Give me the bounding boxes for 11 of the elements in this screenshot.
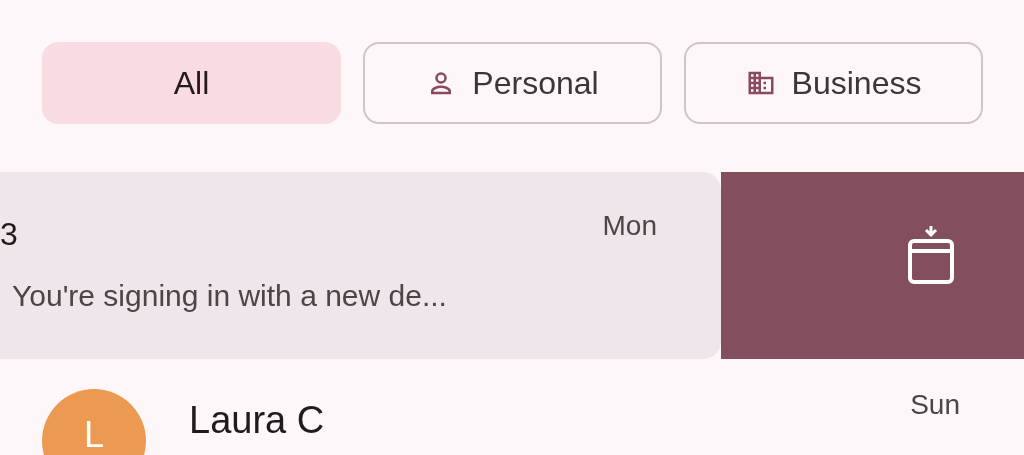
archive-icon: [906, 223, 955, 286]
filter-chip[interactable]: All: [42, 42, 341, 124]
message-time: Mon: [602, 210, 657, 243]
avatar: L: [42, 389, 146, 455]
message-card[interactable]: 3 Mon You're signing in with a new de...: [0, 172, 721, 359]
sender-name: Laura C: [189, 399, 325, 442]
message-time: Sun: [910, 389, 960, 421]
filter-chip[interactable]: Personal: [363, 42, 662, 124]
message-preview: You're signing in with a new de...: [12, 279, 448, 313]
sender-name: 3: [0, 215, 18, 253]
filter-chip[interactable]: Business: [684, 42, 983, 124]
